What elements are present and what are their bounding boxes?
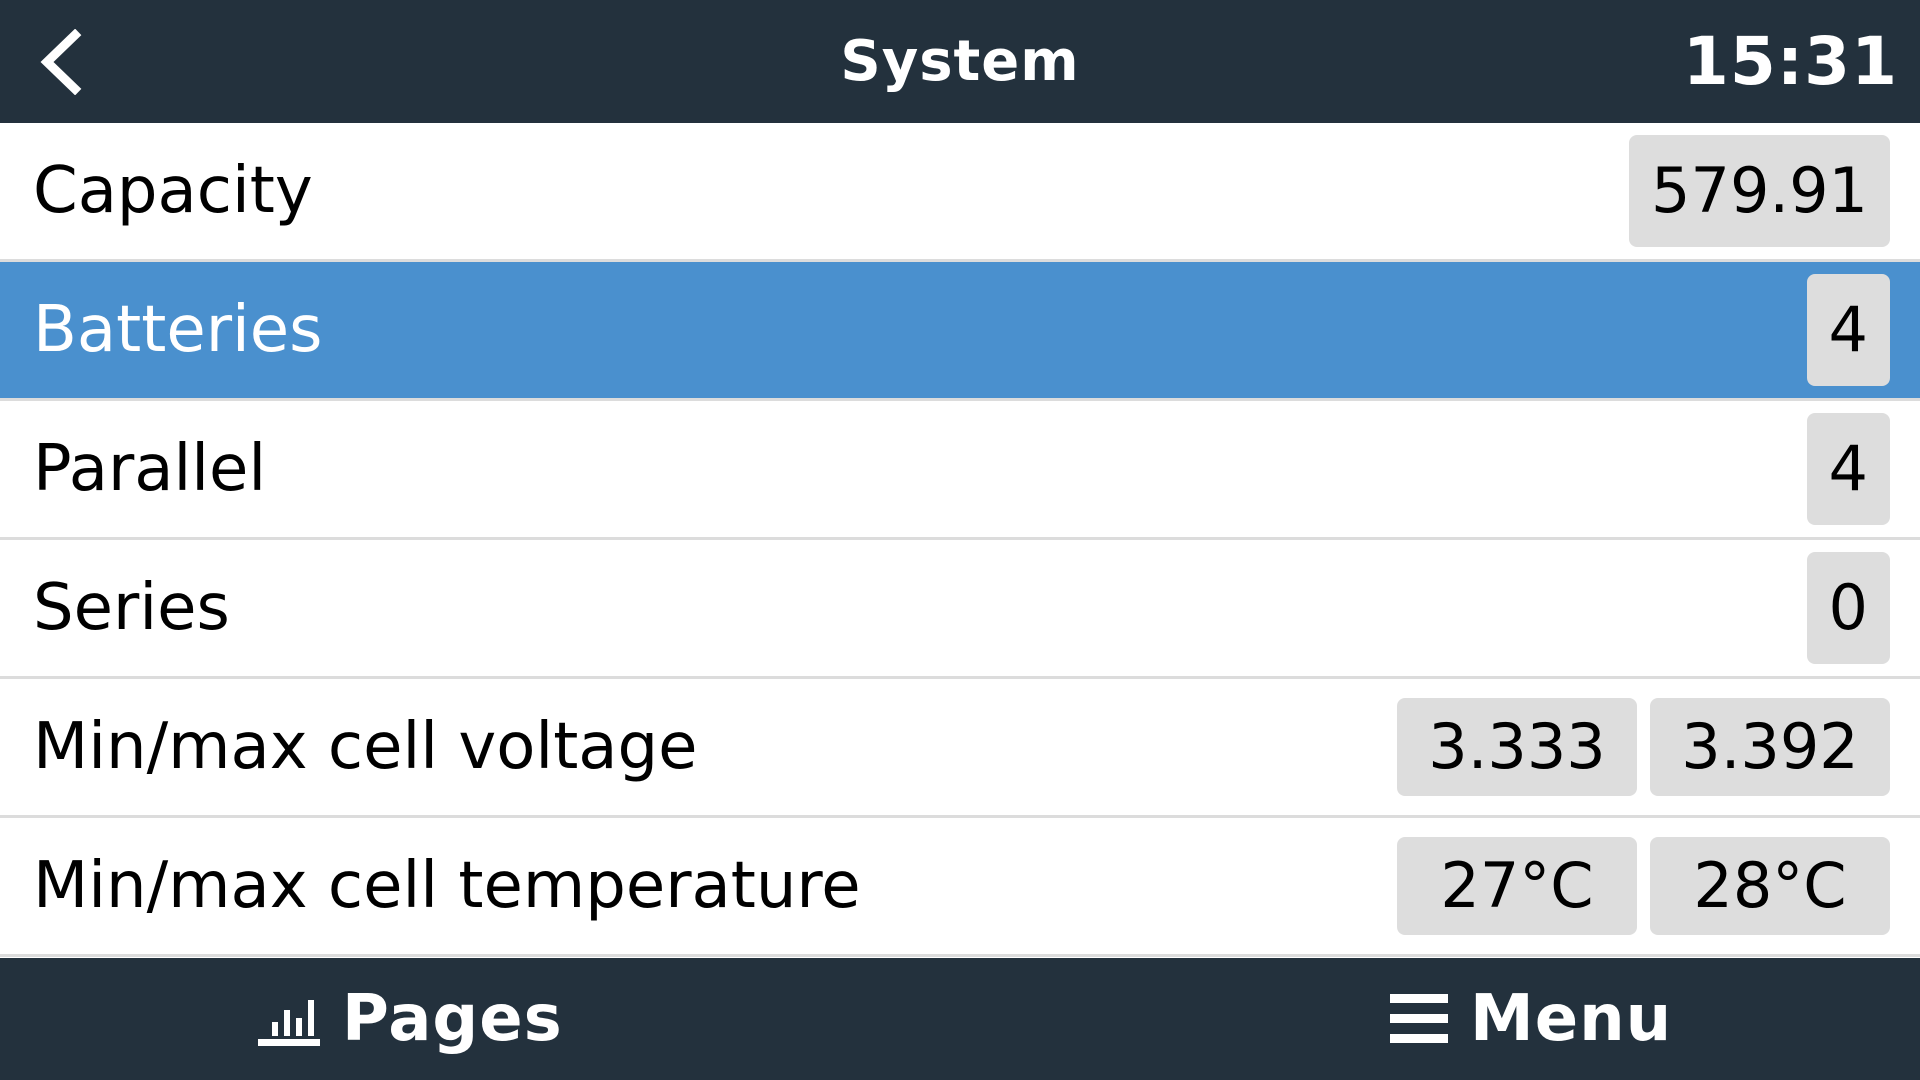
row-label: Series [33,571,230,645]
row-values: 579.91 [1629,135,1890,247]
min-cell-temperature-value: 27°C [1397,837,1637,935]
list-item-cell-voltage[interactable]: Min/max cell voltage 3.333 3.392 [0,679,1920,818]
menu-label: Menu [1470,982,1673,1056]
min-cell-voltage-value: 3.333 [1397,698,1637,796]
bottom-bar: Pages Menu [0,958,1920,1080]
pages-label: Pages [342,982,563,1056]
row-values: 0 [1806,552,1890,664]
bar-chart-icon [258,1000,320,1046]
max-cell-voltage-value: 3.392 [1650,698,1890,796]
settings-list: Capacity 579.91 Batteries 4 Parallel 4 S… [0,123,1920,958]
row-label: Capacity [33,154,313,228]
list-item-parallel[interactable]: Parallel 4 [0,401,1920,540]
capacity-value: 579.91 [1629,135,1890,247]
row-values: 4 [1806,274,1890,386]
row-values: 27°C 28°C [1397,837,1890,935]
row-values: 4 [1806,413,1890,525]
system-screen: System 15:31 Capacity 579.91 Batteries 4… [0,0,1920,1080]
list-item-capacity[interactable]: Capacity 579.91 [0,123,1920,262]
max-cell-temperature-value: 28°C [1650,837,1890,935]
clock: 15:31 [1682,23,1898,100]
menu-button[interactable]: Menu [1390,958,1672,1080]
list-item-batteries[interactable]: Batteries 4 [0,262,1920,401]
list-item-cell-temperature[interactable]: Min/max cell temperature 27°C 28°C [0,818,1920,957]
batteries-value: 4 [1806,274,1890,386]
row-label: Min/max cell temperature [33,849,861,923]
page-title: System [840,29,1080,94]
row-label: Batteries [33,293,323,367]
list-item-series[interactable]: Series 0 [0,540,1920,679]
parallel-value: 4 [1806,413,1890,525]
pages-button[interactable]: Pages [258,958,563,1080]
series-value: 0 [1806,552,1890,664]
row-label: Min/max cell voltage [33,710,698,784]
top-bar: System 15:31 [0,0,1920,123]
row-values: 3.333 3.392 [1397,698,1890,796]
row-label: Parallel [33,432,267,506]
hamburger-icon [1390,994,1448,1043]
